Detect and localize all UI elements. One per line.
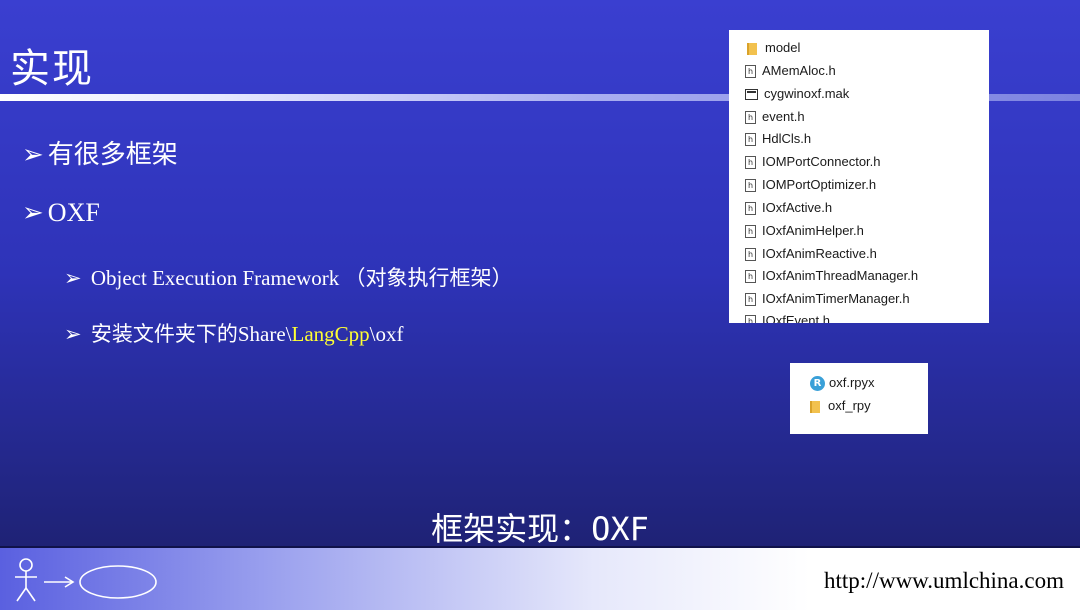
list-item[interactable]: cygwinoxf.mak [745, 84, 849, 104]
list-item[interactable]: oxf_rpy [810, 396, 871, 416]
uml-actor-usecase-logo-icon [15, 558, 157, 602]
file-name: oxf_rpy [828, 398, 871, 413]
header-file-icon: h [745, 133, 756, 147]
bullet-text: 有很多框架 [47, 140, 178, 170]
bullet-arrow-icon: ➢ [22, 198, 44, 228]
rhapsody-project-icon: R [810, 376, 825, 392]
file-name: IOxfActive.h [762, 200, 833, 215]
folder-icon [747, 42, 757, 55]
file-name: HdlCls.h [762, 131, 812, 146]
sub-bullet-text-cn: （对象执行框架） [344, 266, 513, 290]
folder-icon [810, 400, 820, 413]
sub-bullet-text-en: Object Execution Framework [90, 266, 340, 290]
list-item[interactable]: h event.h [745, 107, 805, 127]
list-item[interactable]: h IOxfAnimThreadManager.h [745, 266, 918, 286]
oxf-rpy-list-screenshot: Roxf.rpyx oxf_rpy [790, 363, 928, 434]
footer-url-link[interactable]: http://www.umlchina.com [824, 568, 1064, 594]
header-file-icon: h [745, 248, 756, 262]
list-item[interactable]: h AMemAloc.h [745, 61, 836, 81]
file-name: IOMPortConnector.h [762, 154, 881, 169]
list-item[interactable]: h IOxfEvent.h [745, 311, 830, 323]
bullet-arrow-icon: ➢ [64, 266, 82, 290]
header-file-icon: h [745, 111, 756, 125]
header-file-icon: h [745, 270, 756, 284]
header-file-icon: h [745, 65, 756, 79]
bullet-oxf: ➢ OXF [22, 198, 100, 228]
list-item[interactable]: h HdlCls.h [745, 129, 811, 149]
list-item[interactable]: h IOxfAnimHelper.h [745, 221, 864, 241]
file-name: IOMPortOptimizer.h [762, 177, 877, 192]
bullet-arrow-icon: ➢ [64, 322, 82, 346]
file-name: IOxfAnimThreadManager.h [762, 268, 919, 283]
header-file-icon: h [745, 179, 756, 193]
list-item[interactable]: h IOxfAnimReactive.h [745, 244, 877, 264]
file-name: AMemAloc.h [762, 63, 836, 78]
list-item[interactable]: h IOxfAnimTimerManager.h [745, 289, 910, 309]
file-name: oxf.rpyx [829, 375, 875, 390]
file-name: model [765, 40, 801, 55]
list-item[interactable]: Roxf.rpyx [810, 373, 875, 393]
header-file-icon: h [745, 315, 756, 323]
header-file-icon: h [745, 225, 756, 239]
bullet-text: OXF [47, 198, 100, 227]
header-file-icon: h [745, 156, 756, 170]
file-name: event.h [762, 109, 805, 124]
bullet-arrow-icon: ➢ [22, 140, 44, 170]
sub-bullet-install-path: ➢ 安装文件夹下的Share\LangCpp\oxf [64, 318, 404, 348]
header-file-icon: h [745, 202, 756, 216]
slide-footer: http://www.umlchina.com [0, 546, 1080, 610]
bullet-many-frameworks: ➢ 有很多框架 [22, 134, 178, 171]
sub-bullet-object-execution-framework: ➢ Object Execution Framework （对象执行框架） [64, 262, 513, 292]
file-name: IOxfAnimReactive.h [762, 246, 877, 261]
header-file-icon: h [745, 293, 756, 307]
file-name: IOxfAnimHelper.h [762, 223, 864, 238]
makefile-icon [745, 89, 758, 101]
oxf-file-list-screenshot: model h AMemAloc.h cygwinoxf.mak h event.h… [729, 30, 989, 323]
list-item[interactable]: h IOMPortOptimizer.h [745, 175, 876, 195]
sub-bullet-text-cn: 安装文件夹下的 [90, 322, 238, 346]
path-part-share: Share\ [237, 322, 292, 346]
file-name: IOxfAnimTimerManager.h [762, 291, 910, 306]
slide-title: 实现 [10, 46, 94, 92]
list-item[interactable]: h IOMPortConnector.h [745, 152, 881, 172]
path-part-oxf: \oxf [369, 322, 404, 346]
list-item[interactable]: h IOxfActive.h [745, 198, 832, 218]
path-part-langcpp: LangCpp [291, 322, 370, 346]
file-name: cygwinoxf.mak [764, 86, 850, 101]
list-item[interactable]: model [745, 38, 800, 58]
file-name: IOxfEvent.h [762, 313, 830, 323]
slide-caption: 框架实现：OXF [431, 510, 649, 548]
